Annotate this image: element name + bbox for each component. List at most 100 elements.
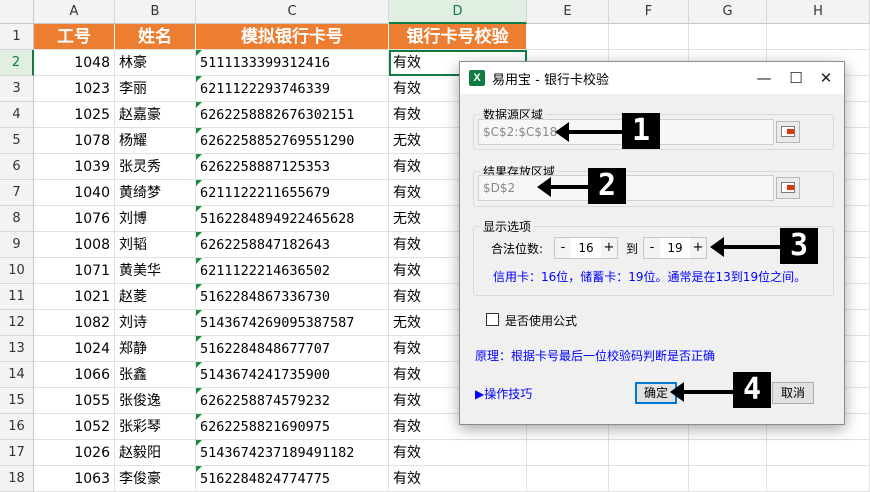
header-cell[interactable]: 模拟银行卡号 xyxy=(196,24,389,50)
row-header-16[interactable]: 16 xyxy=(0,414,34,440)
name-cell[interactable]: 赵菱 xyxy=(115,284,196,310)
card-number-cell[interactable]: 5162284867336730 xyxy=(196,284,389,310)
card-number-cell[interactable]: 5162284848677707 xyxy=(196,336,389,362)
name-cell[interactable]: 张鑫 xyxy=(115,362,196,388)
row-header-14[interactable]: 14 xyxy=(0,362,34,388)
cancel-button[interactable]: 取消 xyxy=(772,382,814,404)
validation-result-cell[interactable]: 有效 xyxy=(389,440,527,466)
row-header-18[interactable]: 18 xyxy=(0,466,34,492)
employee-id-cell[interactable]: 1076 xyxy=(34,206,115,232)
card-number-cell[interactable]: 6262258852769551290 xyxy=(196,128,389,154)
max-digits-value[interactable]: 19 xyxy=(660,238,690,258)
column-header-c[interactable]: C xyxy=(196,0,389,24)
row-header-1[interactable]: 1 xyxy=(0,24,34,50)
card-number-cell[interactable]: 5143674237189491182 xyxy=(196,440,389,466)
card-number-cell[interactable]: 6211122214636502 xyxy=(196,258,389,284)
name-cell[interactable]: 杨耀 xyxy=(115,128,196,154)
empty-cell[interactable] xyxy=(609,24,689,50)
name-cell[interactable]: 赵毅阳 xyxy=(115,440,196,466)
min-digits-value[interactable]: 16 xyxy=(571,238,601,258)
column-header-f[interactable]: F xyxy=(609,0,689,24)
employee-id-cell[interactable]: 1039 xyxy=(34,154,115,180)
min-digits-decrement[interactable]: - xyxy=(555,238,571,258)
card-number-cell[interactable]: 6262258874579232 xyxy=(196,388,389,414)
row-header-8[interactable]: 8 xyxy=(0,206,34,232)
name-cell[interactable]: 刘韬 xyxy=(115,232,196,258)
select-all-corner[interactable] xyxy=(0,0,34,24)
column-header-d[interactable]: D xyxy=(389,0,527,24)
card-number-cell[interactable]: 6211122211655679 xyxy=(196,180,389,206)
row-header-2[interactable]: 2 xyxy=(0,50,34,76)
card-number-cell[interactable]: 5111133399312416 xyxy=(196,50,389,76)
employee-id-cell[interactable]: 1023 xyxy=(34,76,115,102)
dialog-titlebar[interactable]: X 易用宝 - 银行卡校验 — ☐ ✕ xyxy=(460,62,844,94)
row-header-9[interactable]: 9 xyxy=(0,232,34,258)
header-cell[interactable]: 银行卡号校验 xyxy=(389,24,527,50)
empty-cell[interactable] xyxy=(767,440,870,466)
employee-id-cell[interactable]: 1063 xyxy=(34,466,115,492)
card-number-cell[interactable]: 6211122293746339 xyxy=(196,76,389,102)
empty-cell[interactable] xyxy=(767,24,870,50)
employee-id-cell[interactable]: 1025 xyxy=(34,102,115,128)
card-number-cell[interactable]: 5143674241735900 xyxy=(196,362,389,388)
column-header-a[interactable]: A xyxy=(34,0,115,24)
validation-result-cell[interactable]: 有效 xyxy=(389,466,527,492)
row-header-17[interactable]: 17 xyxy=(0,440,34,466)
empty-cell[interactable] xyxy=(527,440,609,466)
empty-cell[interactable] xyxy=(609,440,689,466)
card-number-cell[interactable]: 5162284824774775 xyxy=(196,466,389,492)
name-cell[interactable]: 黄美华 xyxy=(115,258,196,284)
tips-link[interactable]: ▶操作技巧 xyxy=(475,385,532,402)
row-header-12[interactable]: 12 xyxy=(0,310,34,336)
minimize-button[interactable]: — xyxy=(750,66,778,90)
employee-id-cell[interactable]: 1078 xyxy=(34,128,115,154)
employee-id-cell[interactable]: 1008 xyxy=(34,232,115,258)
name-cell[interactable]: 张彩琴 xyxy=(115,414,196,440)
row-header-13[interactable]: 13 xyxy=(0,336,34,362)
column-header-h[interactable]: H xyxy=(767,0,870,24)
close-button[interactable]: ✕ xyxy=(812,66,840,90)
employee-id-cell[interactable]: 1055 xyxy=(34,388,115,414)
card-number-cell[interactable]: 6262258821690975 xyxy=(196,414,389,440)
row-header-4[interactable]: 4 xyxy=(0,102,34,128)
header-cell[interactable]: 姓名 xyxy=(115,24,196,50)
max-digits-increment[interactable]: + xyxy=(690,238,706,258)
card-number-cell[interactable]: 6262258882676302151 xyxy=(196,102,389,128)
column-header-b[interactable]: B xyxy=(115,0,196,24)
max-digits-decrement[interactable]: - xyxy=(644,238,660,258)
employee-id-cell[interactable]: 1024 xyxy=(34,336,115,362)
header-cell[interactable]: 工号 xyxy=(34,24,115,50)
employee-id-cell[interactable]: 1021 xyxy=(34,284,115,310)
empty-cell[interactable] xyxy=(689,466,767,492)
row-header-6[interactable]: 6 xyxy=(0,154,34,180)
result-range-input[interactable]: $D$2 xyxy=(478,175,774,201)
name-cell[interactable]: 刘博 xyxy=(115,206,196,232)
card-number-cell[interactable]: 6262258887125353 xyxy=(196,154,389,180)
row-header-15[interactable]: 15 xyxy=(0,388,34,414)
min-digits-increment[interactable]: + xyxy=(601,238,617,258)
name-cell[interactable]: 张俊逸 xyxy=(115,388,196,414)
employee-id-cell[interactable]: 1066 xyxy=(34,362,115,388)
empty-cell[interactable] xyxy=(767,466,870,492)
employee-id-cell[interactable]: 1071 xyxy=(34,258,115,284)
row-header-11[interactable]: 11 xyxy=(0,284,34,310)
column-header-g[interactable]: G xyxy=(689,0,767,24)
empty-cell[interactable] xyxy=(609,466,689,492)
name-cell[interactable]: 李俊豪 xyxy=(115,466,196,492)
empty-cell[interactable] xyxy=(689,440,767,466)
employee-id-cell[interactable]: 1026 xyxy=(34,440,115,466)
max-digits-stepper[interactable]: - 19 + xyxy=(643,237,707,259)
name-cell[interactable]: 林豪 xyxy=(115,50,196,76)
employee-id-cell[interactable]: 1040 xyxy=(34,180,115,206)
empty-cell[interactable] xyxy=(527,466,609,492)
row-header-3[interactable]: 3 xyxy=(0,76,34,102)
name-cell[interactable]: 刘诗 xyxy=(115,310,196,336)
empty-cell[interactable] xyxy=(689,24,767,50)
source-range-picker-button[interactable] xyxy=(776,121,800,143)
name-cell[interactable]: 张灵秀 xyxy=(115,154,196,180)
name-cell[interactable]: 赵嘉豪 xyxy=(115,102,196,128)
result-range-picker-button[interactable] xyxy=(776,177,800,199)
row-header-10[interactable]: 10 xyxy=(0,258,34,284)
name-cell[interactable]: 黄绮梦 xyxy=(115,180,196,206)
name-cell[interactable]: 郑静 xyxy=(115,336,196,362)
